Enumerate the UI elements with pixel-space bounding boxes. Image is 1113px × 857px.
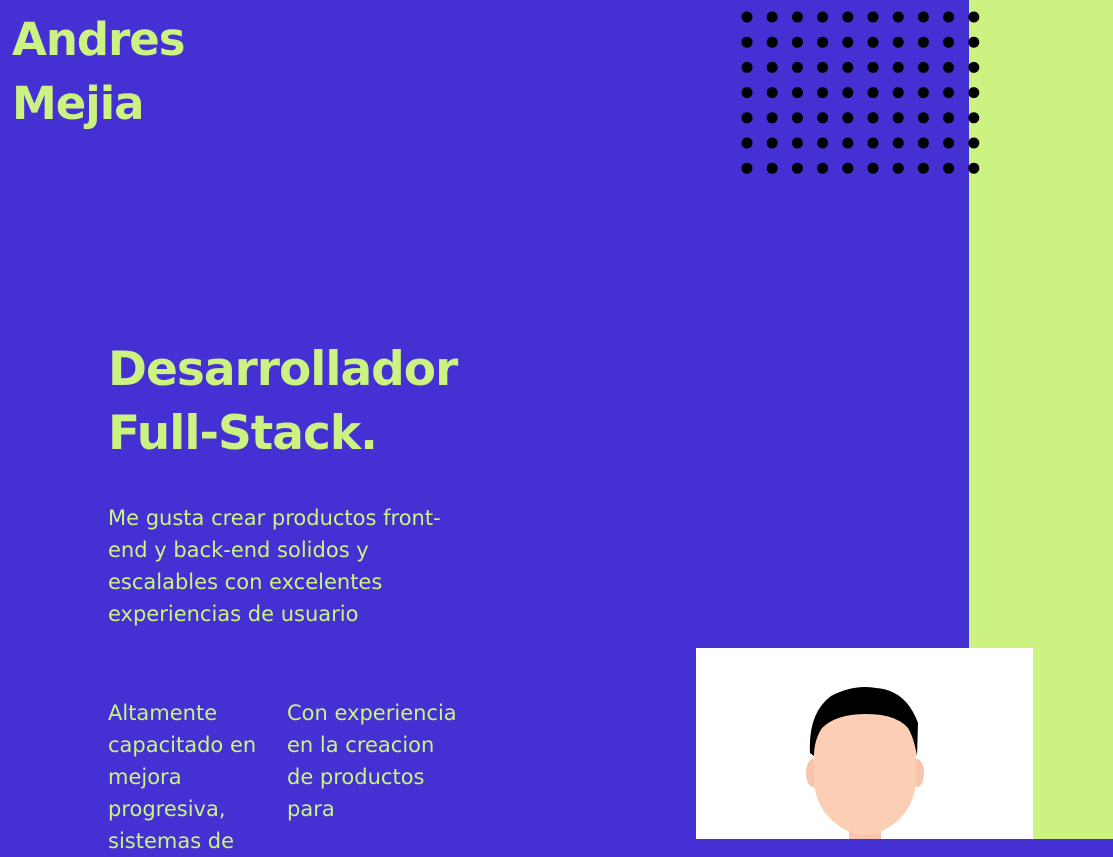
grid-dot	[842, 112, 854, 124]
grid-dot	[817, 87, 829, 99]
grid-dot	[842, 11, 854, 23]
grid-dot	[791, 61, 803, 73]
logo-first-name: Andres	[12, 13, 186, 66]
grid-dot	[892, 112, 904, 124]
hero-title-line-1: Desarrollador	[108, 342, 458, 397]
grid-dot	[817, 137, 829, 149]
grid-dot	[867, 112, 879, 124]
feature-text-progressive: Altamente capacitado en mejora progresiv…	[108, 701, 257, 853]
grid-dot	[766, 87, 778, 99]
grid-dot	[766, 112, 778, 124]
grid-dot	[741, 61, 753, 73]
grid-dot	[842, 87, 854, 99]
grid-dot	[867, 11, 879, 23]
grid-dot	[867, 36, 879, 48]
grid-dot	[943, 87, 955, 99]
hero-description: Me gusta crear productos front-end y bac…	[108, 506, 441, 626]
grid-dot	[817, 112, 829, 124]
grid-dot	[943, 137, 955, 149]
grid-dot	[791, 36, 803, 48]
grid-dot	[766, 162, 778, 174]
grid-dot	[892, 61, 904, 73]
grid-dot	[943, 61, 955, 73]
hero-section: Desarrollador Full-Stack. Me gusta crear…	[108, 338, 468, 630]
grid-dot	[766, 137, 778, 149]
grid-dot	[791, 162, 803, 174]
grid-dot	[867, 61, 879, 73]
avatar-placeholder-icon	[806, 687, 924, 839]
grid-dot	[791, 11, 803, 23]
grid-dot	[968, 162, 980, 174]
grid-dot	[892, 162, 904, 174]
grid-dot	[917, 36, 929, 48]
grid-dot	[968, 11, 980, 23]
grid-dot	[741, 11, 753, 23]
grid-dot	[968, 61, 980, 73]
grid-dot	[741, 87, 753, 99]
grid-dot	[791, 87, 803, 99]
grid-dot	[943, 11, 955, 23]
dot-grid-pattern	[741, 11, 980, 174]
grid-dot	[741, 112, 753, 124]
grid-dot	[766, 61, 778, 73]
grid-dot	[917, 137, 929, 149]
site-logo[interactable]: Andres Mejia	[12, 8, 186, 136]
grid-dot	[741, 137, 753, 149]
grid-dot	[917, 87, 929, 99]
grid-dot	[766, 11, 778, 23]
grid-dot	[943, 36, 955, 48]
grid-dot	[867, 87, 879, 99]
hero-title: Desarrollador Full-Stack.	[108, 338, 468, 466]
grid-dot	[791, 112, 803, 124]
grid-dot	[943, 112, 955, 124]
grid-dot	[968, 112, 980, 124]
grid-dot	[766, 36, 778, 48]
grid-dot	[892, 137, 904, 149]
grid-dot	[892, 87, 904, 99]
grid-dot	[817, 162, 829, 174]
grid-dot	[842, 137, 854, 149]
hero-title-line-2: Full-Stack.	[108, 406, 378, 461]
grid-dot	[917, 162, 929, 174]
grid-dot	[817, 61, 829, 73]
grid-dot	[917, 11, 929, 23]
grid-dot	[968, 36, 980, 48]
grid-dot	[817, 11, 829, 23]
grid-dot	[791, 137, 803, 149]
grid-dot	[867, 162, 879, 174]
grid-dot	[741, 162, 753, 174]
profile-photo-card	[696, 648, 1033, 839]
grid-dot	[968, 87, 980, 99]
grid-dot	[817, 36, 829, 48]
grid-dot	[917, 112, 929, 124]
feature-text-products: Con experiencia en la creacion de produc…	[287, 701, 457, 821]
features-row: Altamente capacitado en mejora progresiv…	[108, 697, 457, 857]
logo-last-name: Mejia	[12, 77, 145, 130]
grid-dot	[892, 36, 904, 48]
grid-dot	[842, 61, 854, 73]
grid-dot	[892, 11, 904, 23]
grid-dot	[741, 36, 753, 48]
grid-dot	[842, 162, 854, 174]
grid-dot	[867, 137, 879, 149]
grid-dot	[968, 137, 980, 149]
grid-dot	[842, 36, 854, 48]
grid-dot	[917, 61, 929, 73]
grid-dot	[943, 162, 955, 174]
